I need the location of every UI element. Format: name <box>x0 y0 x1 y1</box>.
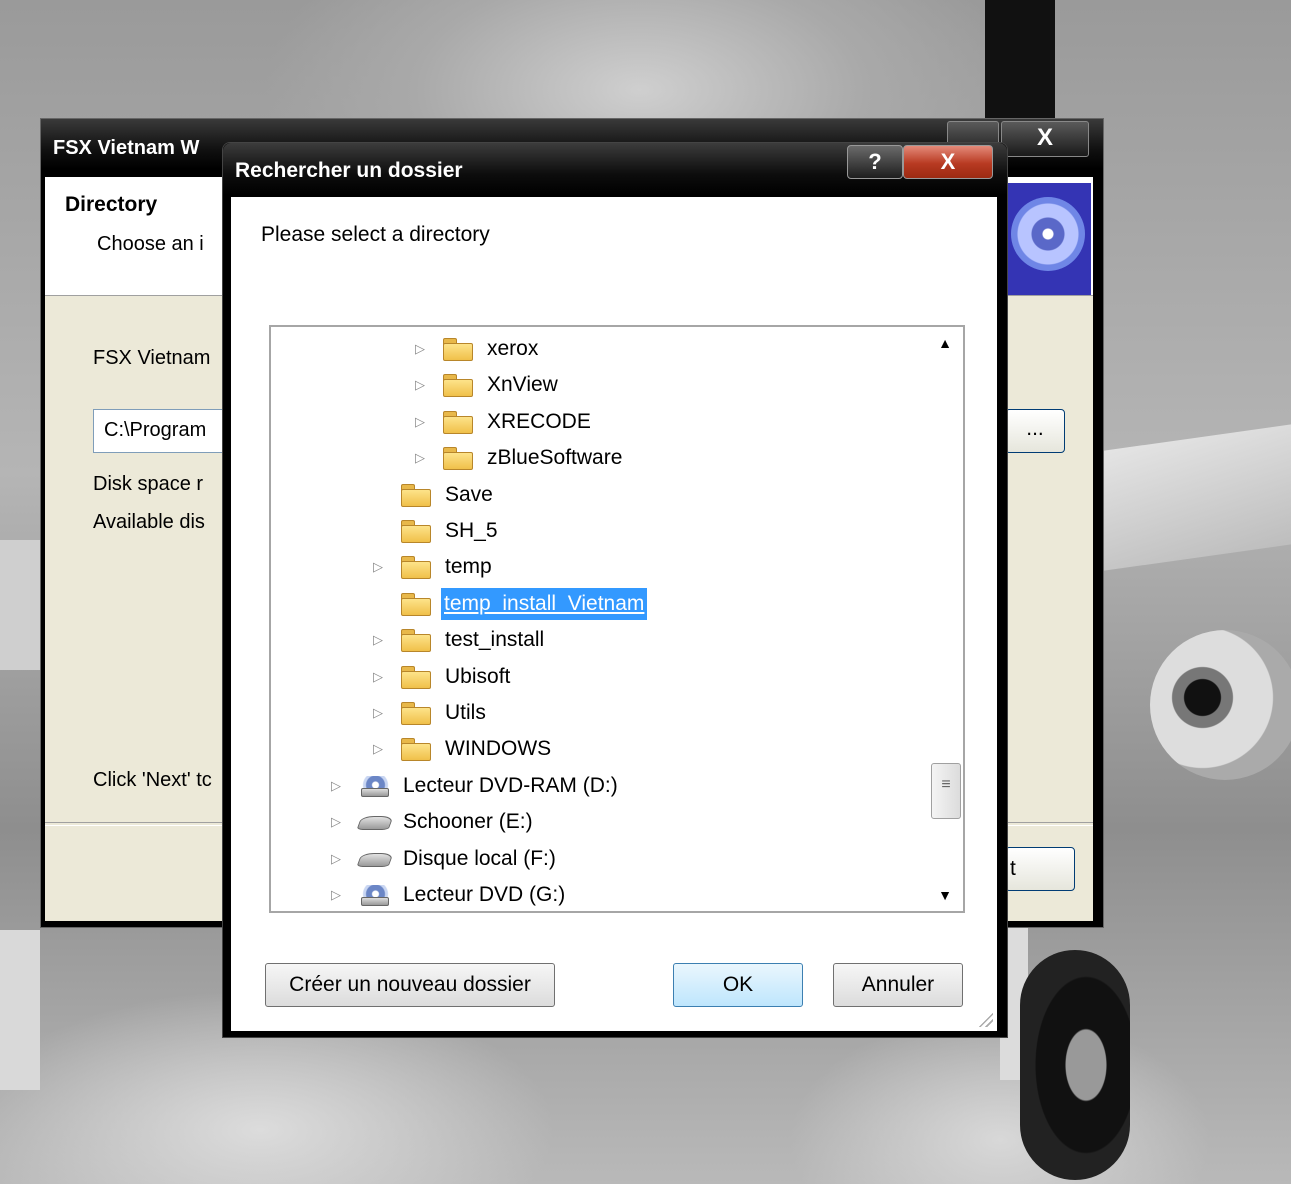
engine-shape <box>1150 630 1291 780</box>
next-button[interactable]: t <box>1005 847 1075 891</box>
tree-item[interactable]: ▷ test_install <box>371 622 931 658</box>
tree-item[interactable]: ▷ XnView <box>413 367 963 403</box>
folder-icon <box>443 374 473 398</box>
resize-grip-icon[interactable] <box>977 1011 993 1027</box>
tree-item[interactable]: SH_5 <box>371 513 931 549</box>
cancel-button[interactable]: Annuler <box>833 963 963 1007</box>
folder-icon <box>401 702 431 725</box>
tree-item-label: SH_5 <box>445 519 498 542</box>
dialog-titlebar[interactable]: Rechercher un dossier ? X <box>223 143 1007 195</box>
dialog-body: Please select a directory ▲ ▼ ▷xerox▷XnV… <box>231 197 997 1031</box>
folder-icon <box>401 665 431 689</box>
tree-item-label: Lecteur DVD-RAM (D:) <box>403 773 618 797</box>
browse-button[interactable]: ... <box>1005 409 1065 453</box>
tree-item[interactable]: ▷ XRECODE <box>413 404 963 440</box>
tree-item[interactable]: ▷ Disque local (F:) <box>329 841 889 877</box>
tree-item-label: XRECODE <box>487 409 591 433</box>
dvd-drive-icon <box>359 775 389 797</box>
tree-item[interactable]: ▷ Utils <box>371 695 931 731</box>
tree-item-label: Utils <box>445 701 486 724</box>
tree-item-label: test_install <box>445 628 545 652</box>
folder-icon <box>443 410 473 434</box>
folder-icon <box>401 738 431 762</box>
tree-item[interactable]: ▷ temp <box>371 549 931 585</box>
tree-item-label: Lecteur DVD (G:) <box>403 883 566 906</box>
expand-arrow-icon[interactable]: ▷ <box>413 440 427 476</box>
help-button[interactable]: ? <box>847 145 903 179</box>
folder-icon <box>443 447 473 471</box>
tree-item-label: Disque local (F:) <box>403 846 556 870</box>
tree-item-label: temp_install_Vietnam <box>441 587 648 620</box>
propeller-shape <box>985 0 1055 120</box>
cd-disc-icon <box>1011 197 1085 271</box>
expand-arrow-icon[interactable]: ▷ <box>371 622 385 658</box>
page-subtitle: Choose an i <box>97 233 204 255</box>
tree-item-label: XnView <box>487 373 558 397</box>
hard-drive-icon <box>356 852 394 867</box>
folder-icon <box>401 629 431 653</box>
expand-arrow-icon[interactable]: ▷ <box>413 404 427 440</box>
new-folder-button[interactable]: Créer un nouveau dossier <box>265 963 555 1007</box>
expand-arrow-icon[interactable]: ▷ <box>371 731 385 767</box>
tree-item-label: Save <box>445 482 493 506</box>
install-description: FSX Vietnam <box>93 347 211 369</box>
page-title: Directory <box>65 193 158 216</box>
expand-arrow-icon[interactable]: ▷ <box>371 549 385 585</box>
expand-arrow-icon[interactable]: ▷ <box>413 331 427 367</box>
tree-item[interactable]: ▷ Lecteur DVD-RAM (D:) <box>329 768 889 804</box>
tree-item-label: xerox <box>487 337 539 360</box>
expand-arrow-icon[interactable]: ▷ <box>329 768 343 804</box>
browse-folder-dialog: Rechercher un dossier ? X Please select … <box>222 142 1008 1038</box>
tree-item[interactable]: temp_install_Vietnam <box>371 586 931 622</box>
tree-item[interactable]: ▷ xerox <box>413 331 963 367</box>
left-gear-shape <box>0 930 40 1090</box>
expand-arrow-icon[interactable]: ▷ <box>329 841 343 877</box>
hard-drive-icon <box>356 816 394 831</box>
expand-arrow-icon[interactable]: ▷ <box>371 695 385 731</box>
next-hint: Click 'Next' tc <box>93 769 212 791</box>
tree-item[interactable]: ▷ Lecteur DVD (G:) <box>329 877 889 911</box>
tree-item-label: temp <box>445 555 492 579</box>
folder-tree[interactable]: ▲ ▼ ▷xerox▷XnView▷XRECODE▷zBlueSoftwareS… <box>269 325 965 913</box>
expand-arrow-icon[interactable]: ▷ <box>329 877 343 911</box>
cd-icon <box>1005 183 1091 295</box>
folder-icon <box>443 338 473 361</box>
tree-item[interactable]: ▷ WINDOWS <box>371 731 931 767</box>
folder-icon <box>401 556 431 580</box>
tree-item[interactable]: ▷ zBlueSoftware <box>413 440 963 476</box>
dialog-title: Rechercher un dossier <box>235 159 463 182</box>
expand-arrow-icon[interactable]: ▷ <box>329 804 343 840</box>
expand-arrow-icon[interactable]: ▷ <box>413 367 427 403</box>
tree-item[interactable]: ▷ Schooner (E:) <box>329 804 889 840</box>
tree-item-label: zBlueSoftware <box>487 446 623 470</box>
wheel-shape <box>1020 950 1130 1180</box>
folder-icon <box>401 592 431 616</box>
folder-icon <box>401 520 431 543</box>
tree-item[interactable]: ▷ Ubisoft <box>371 659 931 695</box>
scroll-thumb[interactable] <box>931 763 961 819</box>
ok-button[interactable]: OK <box>673 963 803 1007</box>
dvd-drive-icon <box>359 885 389 906</box>
disk-space-required: Disk space r <box>93 473 204 495</box>
folder-icon <box>401 483 431 507</box>
tree-item-label: WINDOWS <box>445 737 552 761</box>
scroll-down-arrow-icon[interactable]: ▼ <box>933 883 957 907</box>
installer-title: FSX Vietnam W <box>53 137 200 159</box>
tree-item-label: Ubisoft <box>445 664 511 688</box>
disk-space-available: Available dis <box>93 511 205 533</box>
dialog-prompt: Please select a directory <box>261 223 490 246</box>
tree-item-label: Schooner (E:) <box>403 810 533 834</box>
installer-close-button[interactable]: X <box>1001 121 1089 157</box>
expand-arrow-icon[interactable]: ▷ <box>371 659 385 695</box>
tree-item[interactable]: Save <box>371 477 931 513</box>
dialog-close-button[interactable]: X <box>903 145 993 179</box>
